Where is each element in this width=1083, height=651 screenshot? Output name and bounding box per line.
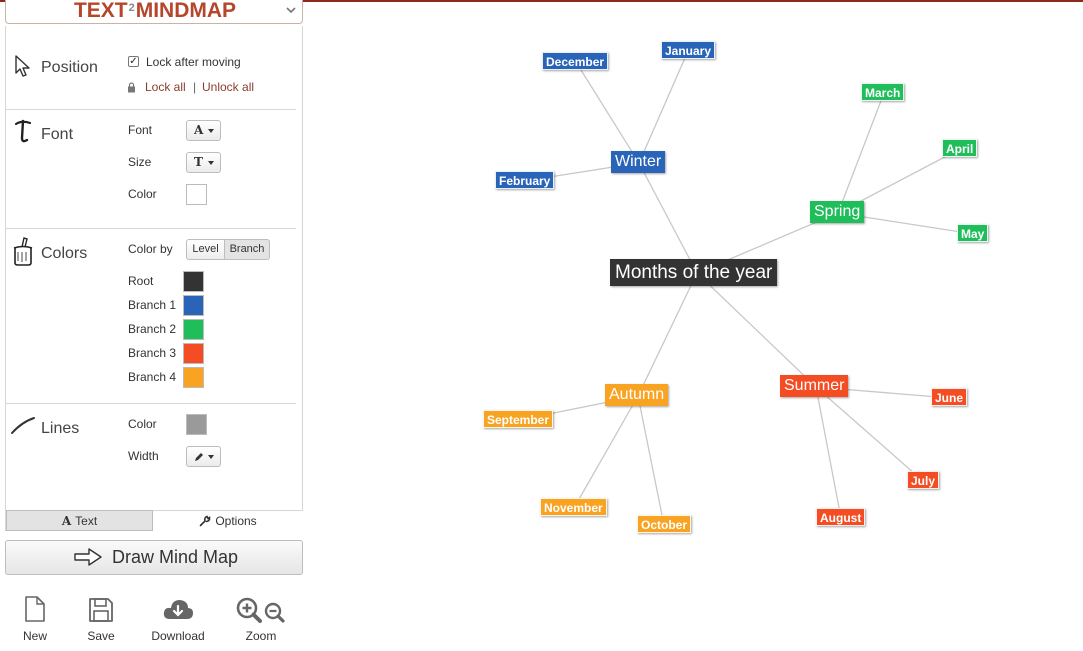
connector-root-autumn bbox=[637, 272, 698, 397]
connector-autumn-october bbox=[637, 395, 665, 526]
connector-summer-august bbox=[815, 386, 842, 519]
connector-winter-december bbox=[575, 61, 640, 164]
mindmap-node-july[interactable]: July bbox=[907, 471, 940, 489]
connector-winter-january bbox=[638, 50, 689, 164]
mindmap-node-november[interactable]: November bbox=[540, 498, 607, 516]
mindmap-node-august[interactable]: August bbox=[816, 508, 866, 526]
connector-spring-march bbox=[837, 92, 885, 214]
connector-autumn-november bbox=[573, 395, 639, 509]
mindmap-node-summer[interactable]: Summer bbox=[780, 375, 849, 397]
connector-root-summer bbox=[696, 272, 817, 388]
mindmap-node-december[interactable]: December bbox=[542, 52, 609, 70]
mindmap-node-winter[interactable]: Winter bbox=[611, 151, 666, 173]
mindmap-node-october[interactable]: October bbox=[637, 515, 692, 533]
mindmap-node-february[interactable]: February bbox=[495, 171, 555, 189]
mindmap-root-node[interactable]: Months of the year bbox=[610, 259, 778, 286]
mindmap-node-spring[interactable]: Spring bbox=[810, 201, 865, 223]
mindmap-node-january[interactable]: January bbox=[661, 41, 716, 59]
mindmap-node-may[interactable]: May bbox=[957, 224, 989, 242]
mindmap-node-autumn[interactable]: Autumn bbox=[605, 384, 669, 406]
mindmap-node-september[interactable]: September bbox=[483, 410, 554, 428]
mindmap-node-april[interactable]: April bbox=[942, 139, 978, 157]
mindmap-connectors bbox=[518, 50, 975, 526]
mindmap-node-june[interactable]: June bbox=[931, 388, 968, 406]
mindmap-node-march[interactable]: March bbox=[861, 83, 905, 101]
connector-root-winter bbox=[638, 162, 698, 274]
connector-summer-july bbox=[815, 386, 924, 482]
